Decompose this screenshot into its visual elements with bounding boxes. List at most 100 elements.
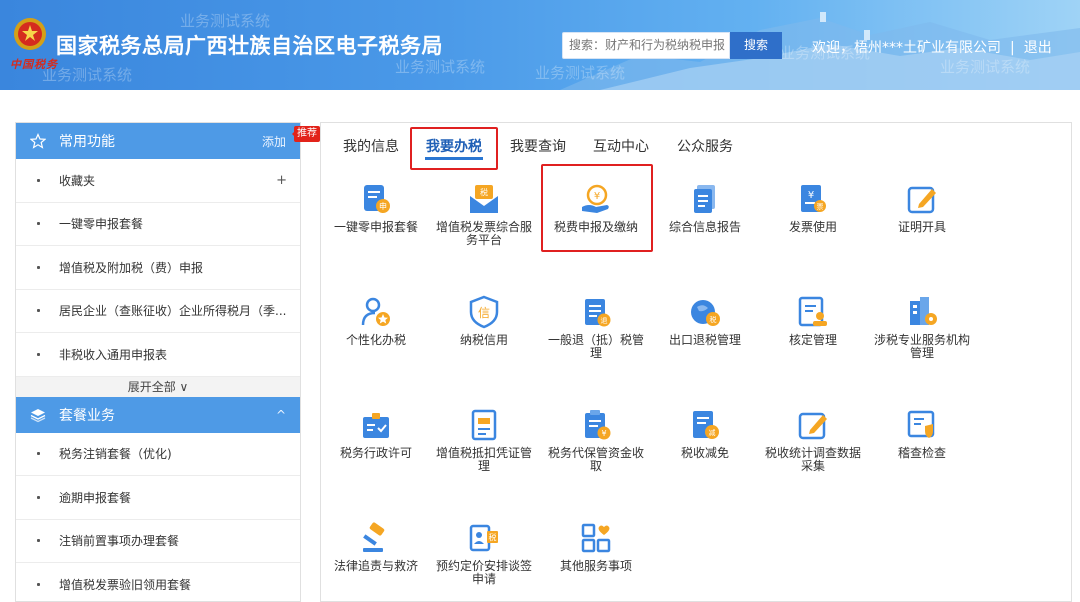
assessment-icon: [798, 296, 827, 327]
tile-label: 税收减免: [680, 446, 729, 460]
tile-export-refund[interactable]: 税 出口退税管理: [655, 295, 755, 347]
deduction-voucher-icon: [471, 409, 497, 441]
vat-invoice-platform-icon: 税: [470, 185, 498, 213]
tile-label: 综合信息报告: [668, 220, 741, 234]
add-favorite-icon[interactable]: +: [276, 173, 287, 188]
tile-invoice-use[interactable]: ¥ 票 发票使用: [763, 182, 863, 234]
common-functions-title: 常用功能: [59, 134, 115, 150]
svg-text:信: 信: [478, 306, 490, 320]
sidebar-item-label: 增值税发票验旧领用套餐: [59, 577, 192, 592]
tab-query[interactable]: 我要查询: [510, 136, 566, 156]
sidebar-item-overdue[interactable]: 逾期申报套餐: [16, 476, 300, 520]
tile-zero-declare[interactable]: 申 一键零申报套餐: [326, 182, 426, 234]
bullet: [37, 539, 40, 543]
sidebar-item-zero-declare[interactable]: 一键零申报套餐: [16, 203, 300, 246]
collapse-chevron-icon[interactable]: ^: [276, 408, 286, 422]
svg-text:¥: ¥: [601, 429, 606, 438]
bullet: [37, 352, 40, 356]
sidebar-item-deregister[interactable]: 税务注销套餐（优化): [16, 433, 300, 476]
sidebar-item-label: 居民企业（查账征收）企业所得税月（季...: [59, 304, 287, 319]
tile-label: 其他服务事项: [559, 559, 632, 573]
separator: |: [1010, 40, 1015, 56]
recommend-badge: 推荐: [292, 126, 320, 142]
tile-label: 稽查检查: [897, 446, 946, 460]
expand-all-button[interactable]: 展开全部 ∨: [16, 376, 300, 397]
tile-label: 出口退税管理: [668, 333, 741, 347]
tile-custody-fund[interactable]: ¥ 税务代保管资金收取: [546, 408, 646, 473]
sidebar-item-label: 逾期申报套餐: [59, 490, 132, 505]
tile-label: 核定管理: [788, 333, 837, 347]
tax-emblem-icon: [14, 18, 46, 50]
tile-refund-management[interactable]: 退 一般退（抵）税管理: [546, 295, 646, 360]
tile-statistics-survey[interactable]: 税收统计调查数据采集: [763, 408, 863, 473]
tile-vat-invoice-platform[interactable]: 税 增值税发票综合服务平台: [434, 182, 534, 247]
tile-label: 涉税专业服务机构管理: [873, 333, 970, 360]
tab-interaction[interactable]: 互动中心: [593, 136, 649, 156]
logout-link[interactable]: 退出: [1024, 40, 1052, 56]
tile-tax-declare-pay[interactable]: ¥ 税费申报及缴纳: [546, 182, 646, 234]
sidebar-item-label: 注销前置事项办理套餐: [59, 534, 180, 549]
tab-my-info[interactable]: 我的信息: [343, 136, 399, 156]
sidebar-item-label: 一键零申报套餐: [59, 217, 144, 232]
zero-declare-icon: 申: [364, 185, 390, 213]
tile-personalized[interactable]: 个性化办税: [326, 295, 426, 347]
tile-info-report[interactable]: 综合信息报告: [655, 182, 755, 234]
company-name[interactable]: 梧州***土矿业有限公司: [854, 40, 1001, 56]
sidebar-item-non-tax-income[interactable]: 非税收入通用申报表: [16, 333, 300, 377]
tile-assessment[interactable]: 核定管理: [763, 295, 863, 347]
sidebar-item-vat-declare[interactable]: 增值税及附加税（费）申报: [16, 246, 300, 290]
invoice-use-icon: ¥票: [801, 185, 826, 212]
tile-label: 税收统计调查数据采集: [764, 446, 861, 473]
sidebar-item-label: 增值税及附加税（费）申报: [59, 260, 204, 275]
tile-certificate-issue[interactable]: 证明开具: [872, 182, 972, 234]
tile-other-services[interactable]: 其他服务事项: [546, 521, 646, 573]
tile-deduction-voucher[interactable]: 增值税抵扣凭证管理: [434, 408, 534, 473]
packages-header[interactable]: 套餐业务 ^: [16, 396, 300, 433]
main-panel: 我的信息 我要办税 我要查询 互动中心 公众服务 申 一键零申报套餐 税 增值税…: [320, 122, 1072, 602]
tile-label: 增值税抵扣凭证管理: [435, 446, 532, 473]
pricing-arrangement-icon: 税: [469, 524, 498, 552]
tile-label: 一般退（抵）税管理: [547, 333, 644, 360]
add-button[interactable]: 添加: [262, 133, 286, 150]
bullet: [37, 495, 40, 499]
tile-legal-relief[interactable]: 法律追责与救济: [326, 521, 426, 573]
svg-text:¥: ¥: [808, 190, 814, 201]
tile-tax-reduction[interactable]: 减 税收减免: [655, 408, 755, 460]
search-input[interactable]: 搜索：财产和行为税纳税申报: [562, 32, 730, 59]
search-button[interactable]: 搜索: [730, 32, 782, 59]
tile-tax-credit[interactable]: 信 纳税信用: [434, 295, 534, 347]
export-refund-icon: 税: [691, 300, 720, 326]
tile-pricing-arrangement[interactable]: 税 预约定价安排谈签申请: [434, 521, 534, 586]
tile-label: 法律追责与救济: [333, 559, 418, 573]
bullet: [37, 265, 40, 269]
info-report-icon: [694, 185, 715, 213]
admin-permit-icon: [363, 413, 389, 438]
bullet: [37, 309, 40, 313]
bullet: [37, 582, 40, 586]
custody-fund-icon: ¥: [585, 410, 611, 440]
svg-text:申: 申: [379, 201, 387, 211]
other-services-icon: [581, 523, 611, 553]
common-functions-header[interactable]: 常用功能 添加 推荐: [16, 123, 320, 159]
user-area: 欢迎，梧州***土矿业有限公司 | 退出: [812, 37, 1052, 57]
tax-declare-pay-icon: ¥: [582, 184, 609, 213]
sidebar-item-income-tax[interactable]: 居民企业（查账征收）企业所得税月（季...: [16, 290, 300, 333]
sidebar-item-favorites[interactable]: 收藏夹 +: [16, 159, 300, 203]
sidebar-item-pre-deregister[interactable]: 注销前置事项办理套餐: [16, 520, 300, 563]
tile-admin-permit[interactable]: 税务行政许可: [326, 408, 426, 460]
personalized-icon: [361, 297, 390, 326]
tax-reduction-icon: 减: [693, 411, 719, 439]
tile-service-agency[interactable]: 涉税专业服务机构管理: [872, 295, 972, 360]
sidebar-item-invoice-receive[interactable]: 增值税发票验旧领用套餐: [16, 563, 300, 602]
tab-public-service[interactable]: 公众服务: [677, 136, 733, 156]
tile-label: 税务行政许可: [339, 446, 412, 460]
inspection-icon: [907, 410, 935, 438]
svg-text:税: 税: [480, 187, 488, 197]
star-icon: [30, 133, 46, 149]
legal-relief-icon: [363, 522, 385, 552]
highlight-box-tab: [410, 127, 498, 170]
tile-inspection[interactable]: 稽查检查: [872, 408, 972, 460]
sidebar: 常用功能 添加 推荐 收藏夹 + 一键零申报套餐 增值税及附加税（费）申报 居民…: [15, 122, 320, 602]
tile-label: 税务代保管资金收取: [547, 446, 644, 473]
brand-subtitle: 中国税务: [10, 58, 58, 71]
